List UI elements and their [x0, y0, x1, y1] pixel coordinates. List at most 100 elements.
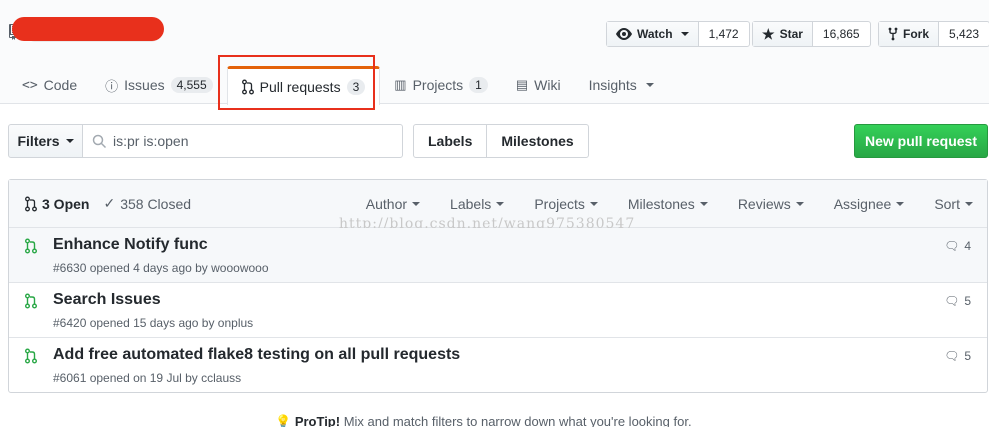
labels-button[interactable]: Labels: [414, 125, 488, 157]
tab-issues[interactable]: ⓘ Issues 4,555: [91, 66, 227, 104]
comment-icon: 🗨: [944, 349, 960, 363]
fork-icon: [888, 27, 898, 41]
state-toggle: 3 Open ✓ 358 Closed: [25, 195, 191, 212]
closed-count-label: 358 Closed: [120, 195, 192, 212]
tab-wiki[interactable]: ▤ Wiki: [502, 66, 575, 104]
star-button-group: ★ Star 16,865: [752, 21, 871, 47]
chevron-down-icon: [589, 202, 598, 206]
star-icon: ★: [762, 25, 775, 42]
sort-menu[interactable]: Sort: [934, 196, 973, 212]
filter-menus: Author Labels Projects Milestones Review…: [366, 180, 973, 228]
tab-label: Projects: [412, 77, 464, 93]
new-pull-request-button[interactable]: New pull request: [854, 124, 988, 158]
chevron-down-icon: [699, 202, 708, 206]
comments-link[interactable]: 🗨 5: [944, 294, 971, 308]
search-icon: [92, 134, 107, 149]
eye-icon: [616, 28, 632, 40]
projects-counter: 1: [469, 77, 488, 93]
open-filter[interactable]: 3 Open: [25, 196, 89, 212]
protip-text: Mix and match filters to narrow down wha…: [340, 414, 692, 427]
fork-button-group: Fork 5,423: [878, 21, 989, 47]
comment-count: 4: [964, 239, 971, 253]
star-label: Star: [779, 27, 803, 41]
comments-link[interactable]: 🗨 4: [944, 239, 971, 253]
git-pull-request-icon: [25, 196, 37, 211]
tab-projects[interactable]: ▥ Projects 1: [380, 66, 502, 104]
issues-counter: 4,555: [170, 77, 213, 93]
labels-milestones-group: Labels Milestones: [413, 124, 589, 158]
tab-label: Code: [43, 77, 78, 93]
comment-count: 5: [964, 294, 971, 308]
pull-request-list: 3 Open ✓ 358 Closed http://blog.csdn.net…: [8, 179, 988, 393]
chevron-down-icon: [965, 202, 973, 206]
assignee-menu[interactable]: Assignee: [834, 196, 905, 212]
git-pull-request-icon: [25, 293, 37, 309]
projects-menu[interactable]: Projects: [534, 196, 598, 212]
fork-count[interactable]: 5,423: [939, 22, 989, 46]
menu-label: Milestones: [627, 196, 695, 212]
search-input[interactable]: is:pr is:open: [82, 124, 403, 158]
tab-code[interactable]: <> Code: [8, 66, 91, 104]
tab-label: Wiki: [534, 77, 561, 93]
watch-button-group: Watch 1,472: [606, 21, 750, 47]
star-count[interactable]: 16,865: [813, 22, 870, 46]
fork-label: Fork: [903, 27, 930, 41]
milestones-menu[interactable]: Milestones: [628, 196, 708, 212]
tab-label: Issues: [124, 77, 165, 93]
author-menu[interactable]: Author: [365, 196, 421, 212]
labels-menu[interactable]: Labels: [450, 196, 505, 212]
repo-header: Watch 1,472 ★ Star 16,865 Fork 5,423 <> …: [0, 0, 989, 105]
comment-count: 5: [964, 349, 971, 363]
chevron-down-icon: [896, 202, 905, 206]
redaction-mark: [12, 17, 164, 41]
watch-count[interactable]: 1,472: [699, 22, 749, 46]
search-value: is:pr is:open: [113, 133, 189, 149]
tab-label: Insights: [588, 77, 637, 93]
open-count-label: 3 Open: [42, 195, 90, 212]
milestones-button[interactable]: Milestones: [487, 125, 587, 157]
project-icon: ▥: [394, 77, 407, 92]
closed-filter[interactable]: ✓ 358 Closed: [103, 195, 191, 212]
light-bulb-icon: 💡: [275, 414, 292, 427]
watch-label: Watch: [637, 27, 673, 41]
git-pull-request-icon: [25, 238, 37, 254]
protip: 💡 ProTip! Mix and match filters to narro…: [275, 414, 692, 427]
menu-label: Reviews: [737, 196, 791, 212]
pr-meta: #6630 opened 4 days ago by wooowooo: [53, 261, 269, 275]
menu-label: Projects: [534, 196, 585, 212]
list-item[interactable]: Add free automated flake8 testing on all…: [9, 338, 987, 393]
chevron-down-icon: [645, 83, 654, 87]
menu-label: Labels: [450, 196, 492, 212]
chevron-down-icon: [795, 202, 804, 206]
list-item[interactable]: Enhance Notify func #6630 opened 4 days …: [9, 228, 987, 283]
issue-opened-icon: ⓘ: [105, 78, 119, 94]
pr-title-link[interactable]: Search Issues: [53, 291, 161, 309]
list-header: 3 Open ✓ 358 Closed http://blog.csdn.net…: [9, 180, 987, 232]
fork-button[interactable]: Fork: [879, 22, 940, 46]
reviews-menu[interactable]: Reviews: [738, 196, 804, 212]
protip-label: ProTip!: [294, 414, 341, 427]
book-icon: ▤: [515, 77, 529, 92]
check-icon: ✓: [103, 195, 116, 211]
menu-label: Author: [365, 196, 408, 212]
filters-dropdown-button[interactable]: Filters: [8, 124, 83, 158]
comment-icon: 🗨: [944, 294, 960, 308]
git-pull-request-icon: [25, 348, 37, 364]
menu-label: Sort: [934, 196, 960, 212]
code-icon: <>: [22, 77, 38, 93]
pr-title-link[interactable]: Add free automated flake8 testing on all…: [53, 346, 460, 364]
filters-label: Filters: [17, 133, 60, 149]
pr-title-link[interactable]: Enhance Notify func: [53, 236, 208, 254]
list-item[interactable]: Search Issues #6420 opened 15 days ago b…: [9, 283, 987, 338]
star-button[interactable]: ★ Star: [753, 22, 813, 46]
pr-meta: #6061 opened on 19 Jul by cclauss: [53, 371, 242, 385]
tab-insights[interactable]: Insights: [575, 66, 668, 104]
pr-meta: #6420 opened 15 days ago by onplus: [53, 316, 254, 330]
chevron-down-icon: [65, 139, 74, 143]
chevron-down-icon: [680, 32, 689, 36]
chevron-down-icon: [412, 202, 421, 206]
comment-icon: 🗨: [944, 239, 960, 253]
chevron-down-icon: [496, 202, 505, 206]
comments-link[interactable]: 🗨 5: [944, 349, 971, 363]
watch-button[interactable]: Watch: [607, 22, 699, 46]
